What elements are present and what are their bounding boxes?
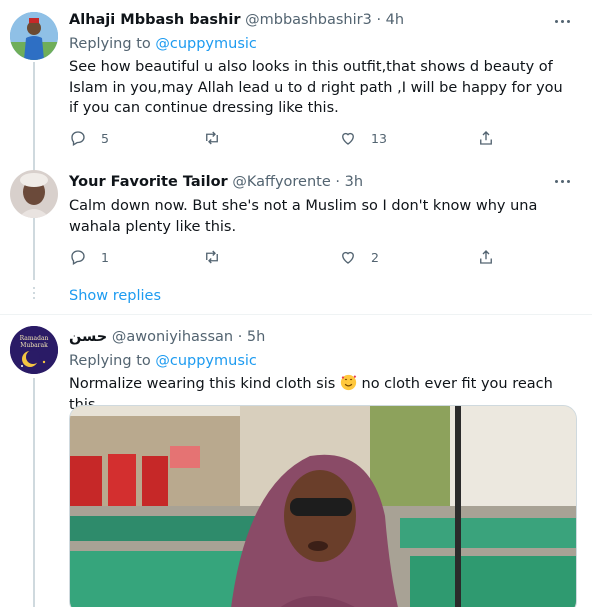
thread-dots: [32, 287, 36, 302]
user-handle[interactable]: @Kaffyorente: [232, 174, 330, 190]
display-name[interactable]: حسن: [69, 329, 107, 345]
avatar[interactable]: Ramadan Mubarak: [10, 326, 58, 374]
retweet-icon: [206, 131, 218, 145]
tweet-header: Your Favorite Tailor @Kaffyorente · 3h: [69, 174, 363, 190]
avatar[interactable]: [10, 12, 58, 60]
tweet-text: Calm down now. But she's not a Muslim so…: [69, 198, 538, 235]
timestamp[interactable]: · 3h: [335, 174, 363, 190]
tweet-actions: 1 2: [69, 247, 509, 267]
like-count: 2: [371, 249, 379, 265]
tweet-header: Alhaji Mbbash bashir @mbbashbashir3 · 4h: [69, 12, 404, 28]
replying-label: Replying to: [69, 353, 151, 369]
like-count: 13: [371, 130, 387, 146]
share-button[interactable]: [477, 247, 495, 267]
display-name[interactable]: Your Favorite Tailor: [69, 174, 228, 190]
tweet-media-photo[interactable]: [69, 405, 577, 607]
user-handle[interactable]: @awoniyihassan: [112, 329, 233, 345]
retweet-button[interactable]: [203, 247, 221, 267]
reply-icon: [71, 131, 85, 146]
like-button[interactable]: 2: [339, 247, 379, 267]
show-replies-link[interactable]: Show replies: [69, 288, 161, 304]
share-icon: [480, 131, 492, 145]
reply-button[interactable]: 5: [69, 128, 109, 148]
tweet-actions: 5 13: [69, 128, 509, 148]
replying-to-link[interactable]: @cuppymusic: [155, 353, 257, 369]
like-icon: [342, 132, 354, 145]
tweet-header: حسن @awoniyihassan · 5h: [69, 329, 265, 345]
timestamp[interactable]: · 4h: [376, 12, 404, 28]
timestamp[interactable]: · 5h: [238, 329, 266, 345]
share-button[interactable]: [477, 128, 495, 148]
more-icon[interactable]: [554, 12, 572, 30]
photo-street-scene: [70, 406, 576, 607]
tweet-text: See how beautiful u also looks in this o…: [69, 59, 563, 116]
display-name[interactable]: Alhaji Mbbash bashir: [69, 12, 241, 28]
retweet-icon: [206, 250, 218, 264]
share-icon: [480, 250, 492, 264]
tweet-text-part-1: Normalize wearing this kind cloth sis: [69, 376, 336, 392]
reply-button[interactable]: 1: [69, 247, 109, 267]
user-handle[interactable]: @mbbashbashir3: [245, 12, 372, 28]
like-button[interactable]: 13: [339, 128, 387, 148]
avatar[interactable]: [10, 170, 58, 218]
reply-icon: [71, 250, 85, 265]
replying-to: Replying to @cuppymusic: [69, 353, 257, 369]
tweet-2[interactable]: Your Favorite Tailor @Kaffyorente · 3h C…: [0, 160, 592, 280]
retweet-button[interactable]: [203, 128, 221, 148]
replying-to-link[interactable]: @cuppymusic: [155, 36, 257, 52]
replying-label: Replying to: [69, 36, 151, 52]
replying-to: Replying to @cuppymusic: [69, 36, 257, 52]
reply-count: 1: [101, 249, 109, 265]
tweet-1[interactable]: Alhaji Mbbash bashir @mbbashbashir3 · 4h…: [0, 0, 592, 160]
reply-count: 5: [101, 130, 109, 146]
avatar-text-2: Mubarak: [20, 342, 48, 349]
smiling-face-with-hearts-icon: [340, 374, 357, 391]
like-icon: [342, 251, 354, 264]
more-icon[interactable]: [554, 172, 572, 190]
avatar-text-1: Ramadan: [20, 335, 49, 342]
